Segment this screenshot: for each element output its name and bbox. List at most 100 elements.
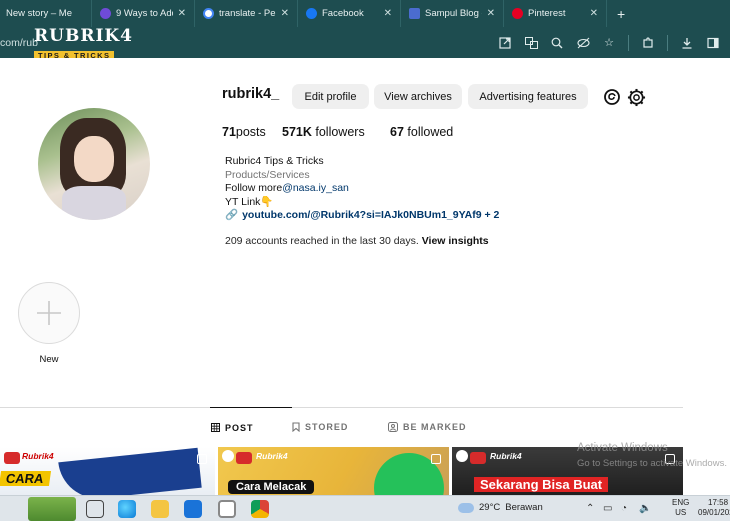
browser-tab-bar: New story – Me 9 Ways to Add N ✕ transla…: [0, 0, 730, 27]
cloud-icon: [458, 502, 474, 513]
url-text[interactable]: com/rub: [0, 37, 38, 49]
system-clock[interactable]: 17:58 09/01/2024: [698, 498, 730, 518]
download-icon[interactable]: [680, 36, 694, 50]
battery-icon[interactable]: ▭: [603, 503, 612, 514]
channel-avatar-icon: [456, 450, 468, 462]
tab-label: New story – Me: [6, 8, 72, 19]
browser-tab-3[interactable]: translate - Penel ✕: [195, 0, 298, 27]
open-in-app-icon[interactable]: [498, 36, 512, 50]
zoom-icon[interactable]: [550, 36, 564, 50]
tab-post[interactable]: POST: [210, 407, 292, 447]
tab-stored[interactable]: STORED: [292, 407, 388, 447]
profile-page: rubrik4_ Edit profile View archives Adve…: [0, 58, 730, 495]
chevron-up-icon[interactable]: ⌃: [586, 503, 594, 514]
followed-label: followed: [407, 125, 454, 139]
close-icon[interactable]: ✕: [590, 8, 598, 19]
grid-icon: [211, 423, 220, 432]
mail-icon[interactable]: [184, 500, 202, 518]
new-highlight-label: New: [39, 354, 59, 365]
advertising-features-button[interactable]: Advertising features: [468, 84, 588, 109]
google-icon: [203, 8, 214, 19]
browser-tab-5[interactable]: Sampul Blog - In ✕: [401, 0, 504, 27]
edit-profile-button[interactable]: Edit profile: [292, 84, 369, 109]
plus-icon: [37, 301, 61, 325]
tab-be-marked-label: BE MARKED: [403, 422, 467, 432]
file-explorer-icon[interactable]: [151, 500, 169, 518]
browser-tab-6[interactable]: Pinterest ✕: [504, 0, 607, 27]
rubrik4-logo: RUBRIK4 TIPS & TRICKS: [34, 26, 134, 60]
task-view-icon[interactable]: [86, 500, 104, 518]
close-icon[interactable]: ✕: [281, 8, 289, 19]
language-indicator[interactable]: ENG US: [672, 498, 689, 518]
clock-time: 17:58: [708, 498, 729, 507]
pointing-down-icon: 👇: [260, 195, 274, 208]
sidebar-icon[interactable]: [706, 36, 720, 50]
followers-label: followers: [315, 125, 365, 139]
toolbar-separator: [667, 34, 668, 51]
tab-label: translate - Penel: [219, 8, 276, 19]
bio-link[interactable]: youtube.com/@Rubrik4?si=IAJk0NBUm1_9YAf9…: [242, 209, 499, 221]
post-graphic: [58, 447, 202, 495]
address-bar[interactable]: com/rub RUBRIK4 TIPS & TRICKS ☆: [0, 26, 730, 60]
network-icon[interactable]: ◔: [621, 503, 627, 514]
carousel-icon: [197, 454, 207, 464]
profile-content-tabs: POST STORED BE MARKED: [210, 407, 478, 447]
browser-tab-2[interactable]: 9 Ways to Add N ✕: [92, 0, 195, 27]
bookmark-icon: [292, 422, 300, 432]
profile-bio: Rubric4 Tips & Tricks Products/Services …: [225, 155, 499, 223]
browser-tab-4[interactable]: Facebook ✕: [298, 0, 401, 27]
facebook-icon: [306, 8, 317, 19]
extensions-icon[interactable]: [641, 36, 655, 50]
translate-icon[interactable]: [524, 36, 538, 50]
tab-stored-label: STORED: [305, 422, 349, 432]
taskbar-thumbnail[interactable]: [28, 497, 76, 521]
volume-icon[interactable]: 🔈: [639, 503, 651, 514]
edge-icon[interactable]: [118, 500, 136, 518]
followed-count: 67: [390, 125, 404, 139]
carousel-icon: [431, 454, 441, 464]
reach-summary: 209 accounts reached in the last 30 days…: [225, 235, 489, 247]
post-thumbnail[interactable]: Rubrik4 CARA: [0, 447, 215, 495]
chrome-icon[interactable]: [251, 500, 269, 518]
link-icon: 🔗: [225, 209, 239, 222]
new-tab-button[interactable]: +: [607, 0, 635, 27]
view-insights-link[interactable]: View insights: [422, 235, 489, 247]
post-headline: Sekarang Bisa Buat: [474, 477, 609, 492]
youtube-icon: [4, 452, 20, 464]
posts-stat[interactable]: 71posts: [222, 125, 282, 139]
close-icon[interactable]: ✕: [178, 8, 186, 19]
logo-main-text: RUBRIK4: [34, 26, 134, 46]
posts-label: posts: [235, 125, 266, 139]
profile-avatar[interactable]: [38, 108, 150, 220]
bio-link-line[interactable]: 🔗 youtube.com/@Rubrik4?si=IAJk0NBUm1_9YAf…: [225, 209, 499, 223]
tab-label: Sampul Blog - In: [425, 8, 482, 19]
windows-taskbar: 29°C Berawan ⌃ ▭ ◔ 🔈 ENG US 17:58 09/01/…: [0, 495, 730, 521]
tab-be-marked[interactable]: BE MARKED: [388, 407, 478, 447]
new-highlight-button[interactable]: [18, 282, 80, 344]
browser-toolbar: ☆: [498, 27, 720, 58]
post-grid: Rubrik4 CARA Rubrik4 Cara Melacak Rubrik…: [0, 447, 683, 495]
bio-category: Products/Services: [225, 168, 310, 181]
post-headline: CARA: [0, 471, 51, 486]
followed-stat[interactable]: 67 followed: [390, 125, 453, 139]
channel-avatar-icon: [222, 450, 234, 462]
followers-stat[interactable]: 571K followers: [282, 125, 390, 139]
post-thumbnail[interactable]: Rubrik4 Cara Melacak: [218, 447, 449, 495]
weather-widget[interactable]: 29°C Berawan: [458, 502, 543, 513]
followers-count: 571K: [282, 125, 312, 139]
threads-icon[interactable]: [603, 88, 621, 106]
avatar-face: [74, 136, 114, 182]
favorite-star-icon[interactable]: ☆: [602, 36, 616, 50]
view-archives-button[interactable]: View archives: [374, 84, 462, 109]
tab-label: Facebook: [322, 8, 364, 19]
post-thumbnail[interactable]: Rubrik4 Sekarang Bisa Buat: [452, 447, 683, 495]
blogger-icon: [409, 8, 420, 19]
close-icon[interactable]: ✕: [487, 8, 495, 19]
posts-count: 71: [222, 125, 236, 139]
close-icon[interactable]: ✕: [384, 8, 392, 19]
chrome-icon[interactable]: [218, 500, 236, 518]
tracking-prevention-icon[interactable]: [576, 36, 590, 50]
browser-tab-1[interactable]: New story – Me: [0, 0, 92, 27]
bio-handle-link[interactable]: @nasa.iy_san: [282, 182, 349, 194]
settings-gear-icon[interactable]: [627, 88, 646, 107]
